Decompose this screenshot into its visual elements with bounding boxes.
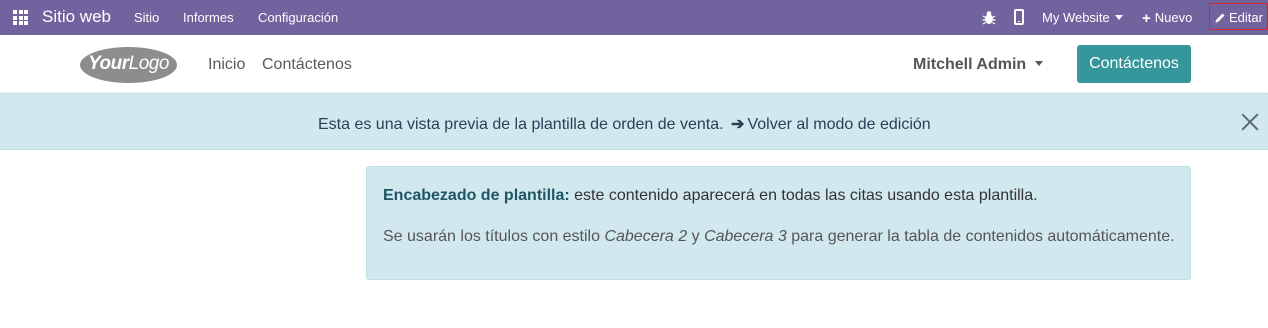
template-header-box: Encabezado de plantilla: este contenido …	[366, 166, 1191, 280]
website-selector-label: My Website	[1042, 10, 1110, 25]
menu-sitio[interactable]: Sitio	[134, 10, 159, 25]
new-button-label: Nuevo	[1154, 10, 1193, 25]
new-button[interactable]: + Nuevo	[1142, 10, 1192, 27]
user-name: Mitchell Admin	[913, 56, 1027, 73]
website-selector[interactable]: My Website	[1042, 10, 1123, 25]
contact-us-button[interactable]: Contáctenos	[1077, 45, 1191, 83]
banner-text: Esta es una vista previa de la plantilla…	[318, 114, 931, 134]
app-name[interactable]: Sitio web	[42, 7, 111, 27]
menu-configuracion[interactable]: Configuración	[258, 10, 338, 25]
edit-button[interactable]: Editar	[1209, 3, 1268, 30]
back-to-edit-link[interactable]: ➔ Volver al modo de edición	[728, 116, 931, 133]
preview-banner: Esta es una vista previa de la plantilla…	[0, 93, 1268, 150]
plus-icon: +	[1142, 10, 1151, 27]
caret-down-icon	[1035, 61, 1044, 66]
bug-icon[interactable]	[982, 10, 996, 25]
template-header-title: Encabezado de plantilla:	[383, 187, 570, 204]
template-header-text: este contenido aparecerá en todas las ci…	[574, 187, 1038, 204]
menu-informes[interactable]: Informes	[183, 10, 234, 25]
template-header-line2: Se usarán los títulos con estilo Cabecer…	[383, 228, 1175, 245]
caret-down-icon	[1114, 15, 1123, 20]
mobile-preview-icon[interactable]	[1014, 9, 1024, 25]
site-logo[interactable]: YourLogo	[80, 47, 177, 83]
admin-topbar: Sitio web Sitio Informes Configuración M…	[0, 0, 1268, 35]
user-menu[interactable]: Mitchell Admin	[913, 56, 1044, 74]
arrow-right-icon: ➔	[731, 116, 745, 133]
banner-message: Esta es una vista previa de la plantilla…	[318, 116, 724, 133]
nav-inicio[interactable]: Inicio	[208, 56, 245, 74]
close-icon[interactable]	[1240, 112, 1260, 132]
apps-grid-icon[interactable]	[13, 10, 28, 25]
nav-contactenos[interactable]: Contáctenos	[262, 56, 352, 74]
edit-button-label: Editar	[1229, 10, 1263, 25]
template-header-line1: Encabezado de plantilla: este contenido …	[383, 187, 1038, 205]
site-header: YourLogo Inicio Contáctenos Mitchell Adm…	[0, 35, 1268, 92]
pencil-icon	[1215, 13, 1225, 23]
